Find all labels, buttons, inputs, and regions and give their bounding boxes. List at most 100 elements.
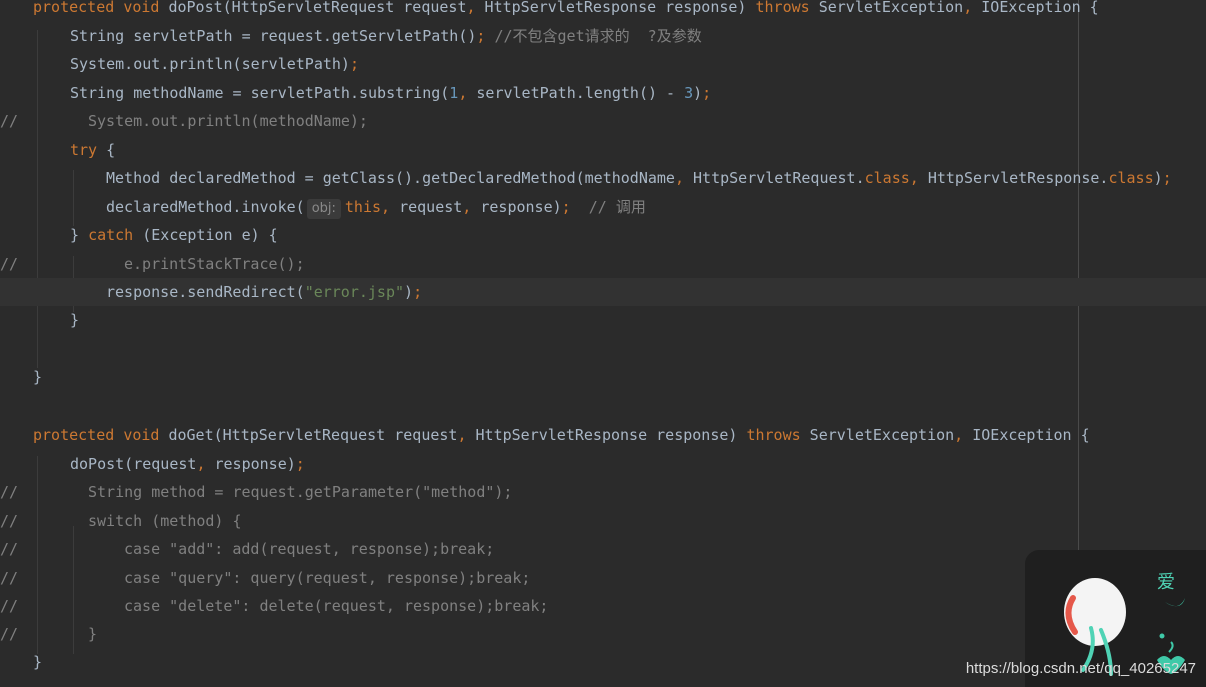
code-text: } <box>88 620 97 648</box>
code-token: catch <box>88 226 143 244</box>
code-token: , <box>909 169 928 187</box>
code-text: String method = request.getParameter("me… <box>88 478 512 506</box>
code-text: } <box>70 306 79 334</box>
code-line[interactable] <box>0 334 1206 362</box>
code-text: declaredMethod.invoke(obj: this, request,… <box>106 193 646 221</box>
code-line[interactable]: } <box>0 363 1206 391</box>
code-text: case "add": add(request, response);break… <box>124 535 494 563</box>
code-token: } <box>70 311 80 329</box>
code-token: case "delete": delete(request, response)… <box>124 597 549 615</box>
code-token: ; <box>295 455 305 473</box>
comment-marker: // <box>0 255 19 273</box>
code-token: ) <box>1153 169 1163 187</box>
code-token: doGet(HttpServletRequest request <box>168 426 458 444</box>
code-token: ; <box>413 283 423 301</box>
code-token: Method declaredMethod = getClass().getDe… <box>106 169 675 187</box>
code-token: } <box>33 368 43 386</box>
watermark-url: https://blog.csdn.net/qq_40265247 <box>965 660 1196 677</box>
code-line[interactable]: // e.printStackTrace(); <box>0 250 1206 278</box>
code-token: e.printStackTrace(); <box>124 255 305 273</box>
code-token: ServletException <box>818 0 964 16</box>
code-line[interactable]: response.sendRedirect("error.jsp"); <box>0 278 1206 306</box>
code-line[interactable]: } catch (Exception e) { <box>0 221 1206 249</box>
code-text: switch (method) { <box>88 507 242 535</box>
code-token: try <box>70 141 107 159</box>
code-token: throws <box>755 0 819 16</box>
code-text: doPost(request, response); <box>70 450 305 478</box>
code-token: HttpServletRequest. <box>693 169 865 187</box>
code-text: try { <box>70 136 115 164</box>
code-token: throws <box>746 426 810 444</box>
code-line[interactable]: System.out.println(servletPath); <box>0 50 1206 78</box>
code-text: Method declaredMethod = getClass().getDe… <box>106 164 1172 192</box>
code-token: String servletPath = request.getServletP… <box>70 27 477 45</box>
code-token: ; <box>349 55 359 73</box>
code-token: HttpServletResponse response) <box>475 426 747 444</box>
code-text: } <box>33 648 42 676</box>
code-token: , <box>963 0 982 16</box>
code-line[interactable]: doPost(request, response); <box>0 450 1206 478</box>
code-token: ; <box>561 198 589 216</box>
code-token: , <box>458 84 477 102</box>
code-token: IOException { <box>981 0 1099 16</box>
code-line[interactable]: String methodName = servletPath.substrin… <box>0 79 1206 107</box>
code-token: , <box>196 455 215 473</box>
comment-marker: // <box>0 569 19 587</box>
code-token: ; <box>476 27 495 45</box>
code-token: ) <box>693 84 703 102</box>
code-token: protected <box>33 426 124 444</box>
comment-marker: // <box>0 112 19 130</box>
code-line[interactable]: } <box>0 306 1206 334</box>
code-token: System.out.println(methodName); <box>88 112 368 130</box>
code-token: HttpServletResponse response) <box>484 0 756 16</box>
code-editor[interactable]: protected void doPost(HttpServletRequest… <box>0 0 1206 687</box>
comment-marker: // <box>0 625 19 643</box>
code-token: request <box>399 198 463 216</box>
code-line[interactable]: Method declaredMethod = getClass().getDe… <box>0 164 1206 192</box>
code-text: System.out.println(servletPath); <box>70 50 359 78</box>
code-token: } <box>70 226 89 244</box>
code-token: "error.jsp" <box>304 283 405 301</box>
code-token: response.sendRedirect( <box>106 283 305 301</box>
code-line[interactable]: // switch (method) { <box>0 507 1206 535</box>
code-token: String methodName = servletPath.substrin… <box>70 84 450 102</box>
comment-marker: // <box>0 597 19 615</box>
code-line[interactable]: // String method = request.getParameter("… <box>0 478 1206 506</box>
comment-marker: // <box>0 512 19 530</box>
code-text: case "query": query(request, response);b… <box>124 564 530 592</box>
code-line[interactable]: protected void doGet(HttpServletRequest … <box>0 421 1206 449</box>
code-token: declaredMethod.invoke( <box>106 198 305 216</box>
code-line[interactable]: try { <box>0 136 1206 164</box>
code-text: } <box>33 363 42 391</box>
code-text: String servletPath = request.getServletP… <box>70 22 702 50</box>
code-text: case "delete": delete(request, response)… <box>124 592 548 620</box>
code-token: // 调用 <box>588 198 646 216</box>
code-token: } <box>88 625 98 643</box>
code-text: String methodName = servletPath.substrin… <box>70 79 711 107</box>
code-line[interactable]: protected void doPost(HttpServletRequest… <box>0 0 1206 21</box>
code-token: response) <box>214 455 296 473</box>
comment-marker: // <box>0 483 19 501</box>
code-token: this <box>344 198 382 216</box>
code-token: doPost(request <box>70 455 197 473</box>
code-token: doPost(HttpServletRequest request <box>168 0 467 16</box>
code-line[interactable] <box>0 391 1206 419</box>
code-token: servletPath.length() - <box>476 84 685 102</box>
code-token: class <box>1108 169 1154 187</box>
code-line[interactable]: declaredMethod.invoke(obj: this, request,… <box>0 193 1206 221</box>
code-line[interactable]: // System.out.println(methodName); <box>0 107 1206 135</box>
code-token: HttpServletResponse. <box>927 169 1109 187</box>
code-token: , <box>381 198 400 216</box>
code-token: void <box>123 426 169 444</box>
code-text: protected void doPost(HttpServletRequest… <box>33 0 1099 21</box>
code-text: } catch (Exception e) { <box>70 221 278 249</box>
code-token: case "query": query(request, response);b… <box>124 569 531 587</box>
code-token: switch (method) { <box>88 512 242 530</box>
code-line[interactable]: String servletPath = request.getServletP… <box>0 22 1206 50</box>
code-token: 1 <box>449 84 459 102</box>
code-token: ; <box>702 84 712 102</box>
code-token: System.out.println(servletPath) <box>70 55 350 73</box>
parameter-hint: obj: <box>306 199 341 219</box>
code-token: ) <box>404 283 414 301</box>
code-token: , <box>674 169 694 187</box>
